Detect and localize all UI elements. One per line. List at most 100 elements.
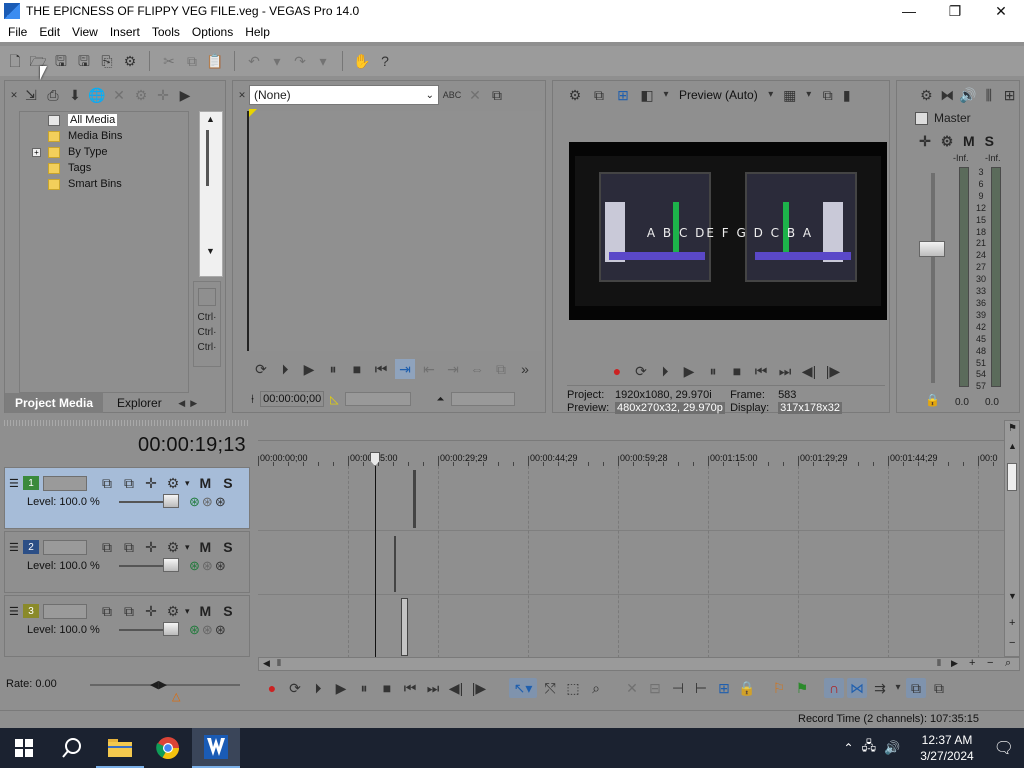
- quality-dropdown-icon[interactable]: ▾: [766, 85, 776, 105]
- volume-icon[interactable]: 🔊: [884, 740, 900, 756]
- split-screen-icon[interactable]: ⊞: [613, 85, 633, 105]
- track-level-knob[interactable]: [163, 558, 179, 572]
- mixer-icon[interactable]: ⫼: [979, 85, 998, 105]
- track-name-field[interactable]: [43, 539, 87, 555]
- tab-project-media[interactable]: Project Media: [5, 393, 104, 413]
- vegas-taskbar-button[interactable]: [192, 728, 240, 768]
- add-subclip-icon[interactable]: ⧉: [491, 359, 511, 379]
- collapse-track-icon[interactable]: ☰: [9, 541, 21, 554]
- track-header[interactable]: ☰ 1 ⧉ ⧉ ✛ ⚙ ▾ M S Level: 100.0 % ⊛ ⊛ ⊛: [4, 467, 250, 529]
- fit-to-fill-icon[interactable]: ⇔: [467, 359, 487, 379]
- track-header[interactable]: ☰ 2 ⧉ ⧉ ✛ ⚙ ▾ M S Level: 100.0 % ⊛ ⊛ ⊛: [4, 531, 250, 593]
- delete-icon[interactable]: ✕: [622, 678, 642, 698]
- track-gear-dropdown-icon[interactable]: ▾: [185, 542, 190, 553]
- track-motion-icon[interactable]: ⧉: [97, 473, 117, 493]
- record-icon[interactable]: ●: [607, 361, 627, 381]
- menu-tools[interactable]: Tools: [146, 25, 186, 39]
- zoom-in-icon[interactable]: +: [969, 657, 975, 669]
- menu-edit[interactable]: Edit: [33, 25, 66, 39]
- panel-grip[interactable]: [4, 420, 250, 426]
- master-fx-gear-icon[interactable]: ⚙: [917, 85, 936, 105]
- tree-item-by-type[interactable]: + By Type: [20, 144, 188, 160]
- track-mute-button[interactable]: M: [200, 603, 212, 619]
- previous-frame-icon[interactable]: ◀|: [799, 361, 819, 381]
- insert-marker-icon[interactable]: ⚐: [769, 678, 789, 698]
- media-web-icon[interactable]: 🌐: [87, 85, 107, 105]
- show-hidden-icons-icon[interactable]: ⌃: [844, 741, 854, 755]
- track-header[interactable]: ☰ 3 ⧉ ⧉ ✛ ⚙ ▾ M S Level: 100.0 % ⊛ ⊛ ⊛: [4, 595, 250, 657]
- overlays-grid-icon[interactable]: ▦: [780, 85, 800, 105]
- scroll-right-icon[interactable]: ▶: [951, 658, 958, 669]
- pause-icon[interactable]: ⏸: [354, 678, 374, 698]
- tab-next-icon[interactable]: ▶: [188, 393, 200, 413]
- track-level-knob[interactable]: [163, 494, 179, 508]
- preview-dropdown-arrow-icon[interactable]: ▾: [661, 85, 671, 105]
- track-gear-dropdown-icon[interactable]: ▾: [185, 606, 190, 617]
- timeline-tracks-area[interactable]: [258, 466, 1004, 658]
- trimmer-options-icon[interactable]: ⧉: [487, 85, 507, 105]
- timeline-ruler[interactable]: 00:00:00;0000:00:15:0000:00:29;2900:00:4…: [258, 440, 1004, 466]
- trim-start-icon[interactable]: ⊣: [668, 678, 688, 698]
- track-motion-icon[interactable]: ⧉: [97, 601, 117, 621]
- scroll-thumb-end-icon[interactable]: ⦀: [937, 658, 941, 669]
- master-enable-checkbox[interactable]: [915, 111, 928, 125]
- track-name-field[interactable]: [43, 603, 87, 619]
- tree-item-tags[interactable]: Tags: [20, 160, 188, 176]
- trimmer-view[interactable]: [247, 109, 543, 351]
- redo-dropdown-icon[interactable]: ▾: [313, 51, 333, 71]
- interactive-tutorials-hand-icon[interactable]: ✋: [352, 51, 372, 71]
- tab-explorer[interactable]: Explorer: [103, 393, 176, 413]
- new-file-icon[interactable]: 🗋: [5, 51, 25, 71]
- stop-icon[interactable]: ■: [377, 678, 397, 698]
- track-fx-icon[interactable]: ⧉: [119, 601, 139, 621]
- clip-event-track1[interactable]: [413, 470, 416, 528]
- paste-icon[interactable]: 📋: [205, 51, 225, 71]
- compositing-child-icon[interactable]: ⊛: [202, 622, 213, 638]
- play-from-start-icon[interactable]: ⏵: [308, 678, 328, 698]
- menu-file[interactable]: File: [2, 25, 33, 39]
- selection-tool-icon[interactable]: ⬚: [563, 678, 583, 698]
- media-generator-icon[interactable]: ✛: [153, 85, 173, 105]
- make-compositing-child-icon[interactable]: ⊛: [215, 622, 226, 638]
- compositing-mode-icon[interactable]: ✛: [141, 537, 161, 557]
- compositing-child-icon[interactable]: ⊛: [202, 558, 213, 574]
- lock-icon[interactable]: 🔒: [925, 393, 940, 407]
- network-icon[interactable]: 🖧: [862, 737, 877, 759]
- envelope-tool-icon[interactable]: ⤲: [540, 678, 560, 698]
- make-compositing-child-icon[interactable]: ⊛: [215, 494, 226, 510]
- menu-view[interactable]: View: [66, 25, 104, 39]
- preview-dropdown-icon[interactable]: ◧: [637, 85, 657, 105]
- expand-plus-icon[interactable]: +: [32, 147, 41, 157]
- add-to-timeline-icon[interactable]: ⇥: [395, 359, 415, 379]
- tree-item-media-bins[interactable]: Media Bins: [20, 128, 188, 144]
- start-button[interactable]: [0, 728, 48, 768]
- scroll-thumb[interactable]: [206, 130, 209, 186]
- track-gear-dropdown-icon[interactable]: ▾: [185, 478, 190, 489]
- track-name-field[interactable]: [43, 475, 87, 491]
- master-mute-button[interactable]: M: [959, 133, 979, 149]
- panel-close-icon[interactable]: ✕: [9, 85, 19, 105]
- track-gear-icon[interactable]: ⚙: [163, 473, 183, 493]
- scroll-left-icon[interactable]: ◀: [263, 658, 270, 669]
- go-to-start-icon[interactable]: ⏮: [371, 359, 391, 379]
- go-to-end-icon[interactable]: ⏭: [423, 678, 443, 698]
- go-to-end-icon[interactable]: ⏭: [775, 361, 795, 381]
- taskbar-clock[interactable]: 12:37 AM 3/27/2024: [920, 732, 973, 764]
- split-icon[interactable]: ⊞: [714, 678, 734, 698]
- scroll-down-icon[interactable]: ▼: [206, 246, 215, 256]
- remove-media-icon[interactable]: ✕: [109, 85, 129, 105]
- get-media-icon[interactable]: ⬇: [65, 85, 85, 105]
- zoom-out-icon[interactable]: −: [987, 657, 993, 669]
- overlays-dropdown-icon[interactable]: ▾: [804, 85, 814, 105]
- more-arrow-icon[interactable]: ▶: [175, 85, 195, 105]
- capture-video-icon[interactable]: ⎙: [43, 85, 63, 105]
- normal-edit-tool-icon[interactable]: ↖▾: [509, 678, 537, 698]
- track-solo-button[interactable]: S: [223, 539, 232, 555]
- file-explorer-button[interactable]: [96, 728, 144, 768]
- speaker-icon[interactable]: 🔊: [959, 85, 978, 105]
- timeline-horizontal-scrollbar[interactable]: ◀ ⦀ ⦀ ▶ + − ⌕: [258, 657, 1020, 671]
- clip-event-track3[interactable]: [401, 598, 408, 656]
- minimize-button[interactable]: —: [886, 0, 932, 22]
- next-frame-icon[interactable]: |▶: [469, 678, 489, 698]
- compositing-parent-icon[interactable]: ⊛: [189, 494, 200, 510]
